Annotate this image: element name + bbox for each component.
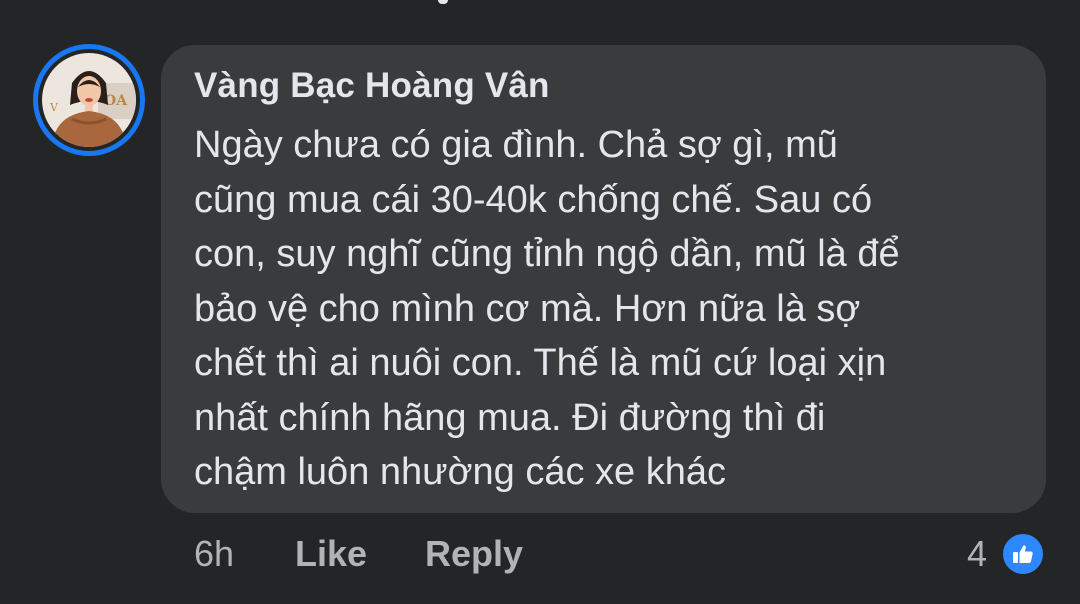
- comment-text-line: chết thì ai nuôi con. Thế là mũ cứ loại …: [194, 342, 887, 384]
- avatar[interactable]: OA V: [42, 53, 136, 147]
- reaction-count[interactable]: 4: [967, 533, 987, 575]
- like-button[interactable]: Like: [295, 533, 367, 575]
- avatar-image: OA V: [42, 53, 136, 147]
- comment-text-line: bảo vệ cho mình cơ mà. Hơn nữa là sợ: [194, 287, 861, 330]
- comment-text-line: cũng mua cái 30-40k chống chế. Sau có: [194, 178, 873, 221]
- comment-timestamp[interactable]: 6h: [194, 533, 234, 575]
- comment-text-line: chậm luôn nhường các xe khác: [194, 451, 726, 493]
- comment-body: Ngày chưa có gia đình. Chả sợ gì, mũ cũn…: [194, 118, 1024, 500]
- top-edge-mark: [438, 0, 448, 4]
- svg-text:V: V: [49, 101, 59, 114]
- thumbs-up-reaction-badge[interactable]: [1000, 531, 1046, 577]
- comment-text-line: nhất chính hãng mua. Đi đường thì đi: [194, 396, 826, 439]
- comment-text-line: con, suy nghĩ cũng tỉnh ngộ dần, mũ là đ…: [194, 233, 900, 275]
- comment-text-line: Ngày chưa có gia đình. Chả sợ gì, mũ: [194, 124, 838, 166]
- reply-button[interactable]: Reply: [425, 533, 523, 575]
- comment-author-name[interactable]: Vàng Bạc Hoàng Vân: [194, 66, 550, 106]
- thumbs-up-icon: [1013, 545, 1033, 563]
